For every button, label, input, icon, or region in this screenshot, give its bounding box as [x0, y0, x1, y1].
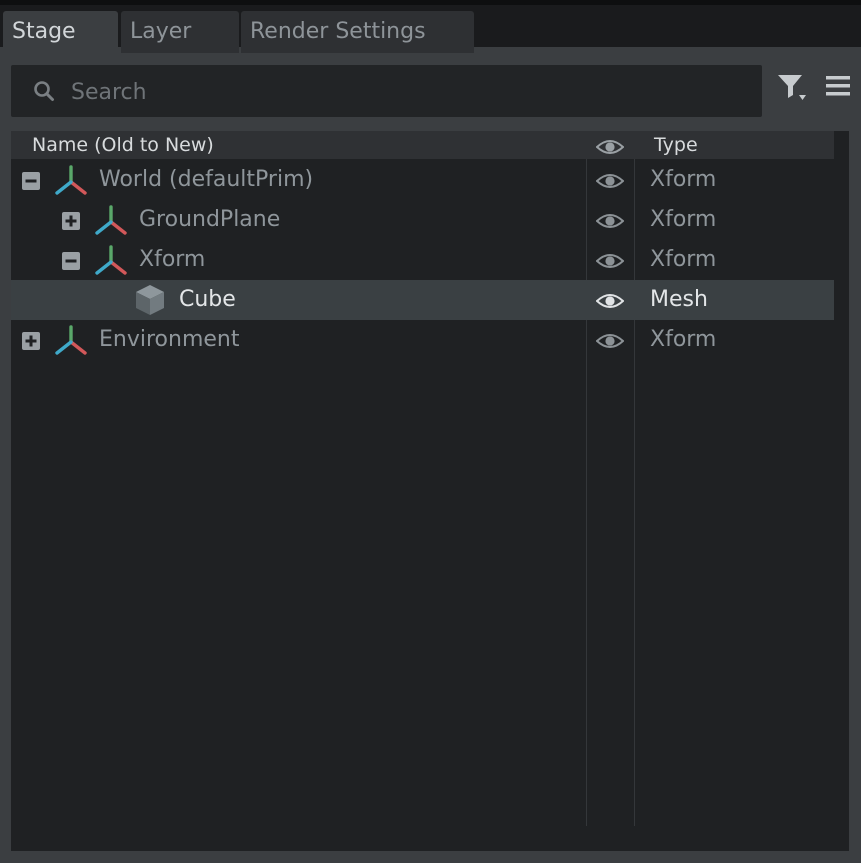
- tree-row-xform[interactable]: Xform Xform: [11, 240, 834, 280]
- stage-tree-panel: Name (Old to New) Type World (defaultPri…: [11, 131, 849, 851]
- column-header-name[interactable]: Name (Old to New): [32, 131, 214, 159]
- mesh-cube-icon: [133, 283, 167, 323]
- tree-row-world[interactable]: World (defaultPrim) Xform: [11, 160, 834, 200]
- xform-axis-icon: [54, 325, 88, 363]
- filter-icon[interactable]: [775, 71, 809, 105]
- expand-icon[interactable]: [62, 211, 80, 230]
- eye-icon[interactable]: [595, 251, 625, 276]
- tree-row-label: Environment: [99, 327, 240, 352]
- tab-stage[interactable]: Stage: [3, 11, 118, 53]
- tree-row-type: Xform: [650, 167, 717, 192]
- eye-icon[interactable]: [595, 211, 625, 236]
- eye-icon[interactable]: [595, 331, 625, 356]
- tree-row-type: Mesh: [650, 287, 708, 312]
- tree-row-type: Xform: [650, 247, 717, 272]
- tree-row-label: GroundPlane: [139, 207, 281, 232]
- tree-row-label: World (defaultPrim): [99, 167, 314, 192]
- hamburger-menu-icon[interactable]: [824, 73, 852, 101]
- eye-icon[interactable]: [595, 171, 625, 196]
- search-bar[interactable]: [11, 65, 762, 117]
- stage-window: Stage Layer Render Settings Name (Old to…: [0, 0, 861, 863]
- expand-icon[interactable]: [22, 331, 40, 350]
- tree-row-groundplane[interactable]: GroundPlane Xform: [11, 200, 834, 240]
- tree-row-type: Xform: [650, 207, 717, 232]
- tree-row-cube[interactable]: Cube Mesh: [11, 280, 834, 320]
- collapse-icon[interactable]: [22, 171, 40, 190]
- column-header: Name (Old to New) Type: [11, 131, 834, 159]
- collapse-icon[interactable]: [62, 251, 80, 270]
- search-input[interactable]: [69, 73, 733, 111]
- xform-axis-icon: [54, 165, 88, 203]
- column-header-type[interactable]: Type: [654, 131, 698, 159]
- eye-icon[interactable]: [595, 291, 625, 316]
- tab-render-settings[interactable]: Render Settings: [241, 11, 474, 53]
- tree-row-label: Cube: [179, 287, 236, 312]
- tab-bar: Stage Layer Render Settings: [0, 5, 861, 53]
- xform-axis-icon: [94, 245, 128, 283]
- tree-row-environment[interactable]: Environment Xform: [11, 320, 834, 360]
- tab-layer[interactable]: Layer: [121, 11, 239, 53]
- tree-row-label: Xform: [139, 247, 206, 272]
- tree-row-type: Xform: [650, 327, 717, 352]
- search-icon: [33, 80, 55, 106]
- xform-axis-icon: [94, 205, 128, 243]
